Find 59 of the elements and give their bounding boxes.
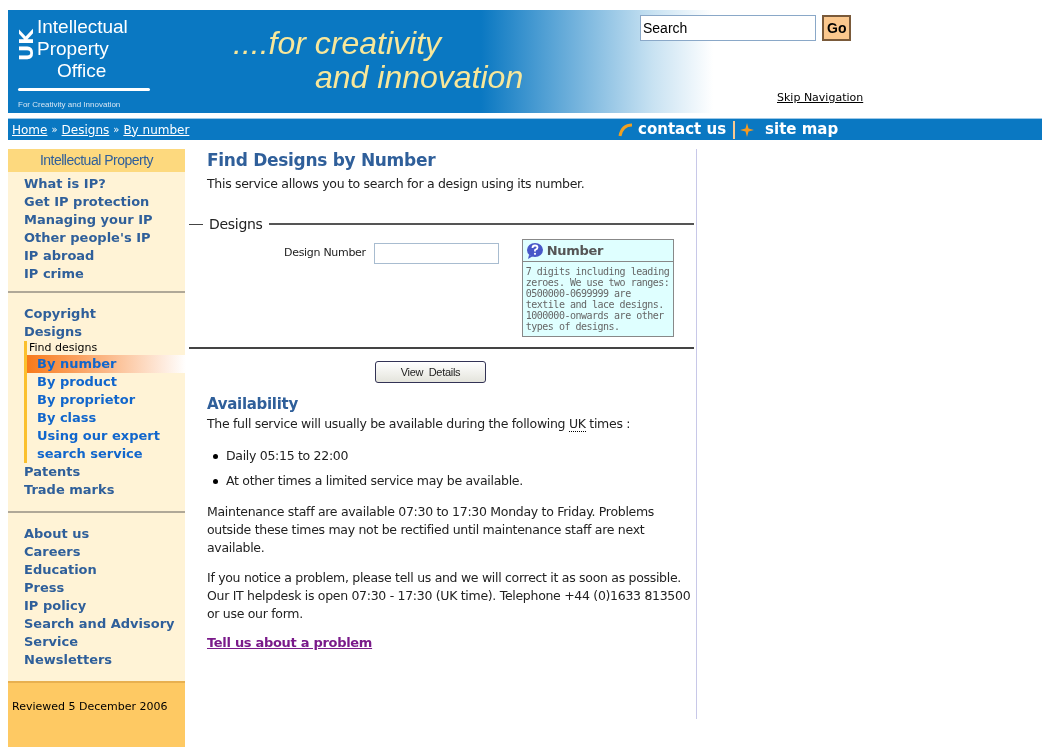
- sidebar-link[interactable]: Copyright: [24, 305, 185, 323]
- help-title: Number: [546, 244, 604, 256]
- sidebar-link[interactable]: What is IP?: [24, 175, 185, 193]
- sidebar-link[interactable]: Patents: [24, 463, 185, 481]
- logo-mark: UK: [18, 28, 34, 63]
- sidebar-heading: Intellectual Property: [8, 149, 185, 172]
- fieldset-legend: Designs: [209, 213, 263, 235]
- sidebar-link[interactable]: Get IP protection: [24, 193, 185, 211]
- slogan: ....for creativity: [233, 26, 444, 60]
- section-heading: Availability: [207, 393, 299, 415]
- logo-text: Intellectual: [37, 16, 128, 38]
- logo-text: Property: [37, 38, 110, 60]
- bullet-icon: [213, 479, 218, 484]
- breadcrumb-separator: »: [113, 123, 120, 137]
- view-details-button[interactable]: View Details: [375, 360, 486, 383]
- slogan: and innovation: [315, 60, 524, 94]
- sidebar-link[interactable]: Search and Advisory Service: [24, 615, 185, 651]
- logo-tagline: For Creativity and Innovation: [18, 99, 122, 111]
- reviewed-date: Reviewed 5 December 2006: [12, 700, 168, 713]
- submenu-link[interactable]: By product: [27, 373, 185, 391]
- page-title: Find Designs by Number: [207, 149, 437, 171]
- bullet-text: Daily 05:15 to 22:00: [226, 447, 349, 466]
- sidebar-link[interactable]: IP crime: [24, 265, 185, 283]
- design-number-field[interactable]: [373, 242, 499, 264]
- bullet-icon: [213, 454, 218, 460]
- breadcrumb-separator: »: [51, 123, 58, 137]
- submenu-label: Find designs: [28, 341, 99, 355]
- breadcrumb-link[interactable]: By number: [123, 120, 190, 139]
- breadcrumb-link[interactable]: Home: [12, 120, 48, 139]
- submenu-link[interactable]: By class: [27, 409, 185, 427]
- sidebar-link[interactable]: Press: [24, 579, 185, 597]
- submenu-link[interactable]: Using our expert search service: [27, 427, 185, 463]
- sidebar-link[interactable]: Other people's IP: [24, 229, 185, 247]
- sidebar-link[interactable]: About us: [24, 525, 185, 543]
- bullet-text: At other times a limited service may be available.: [226, 472, 523, 490]
- sidebar-link[interactable]: Education: [24, 561, 185, 579]
- submenu-link[interactable]: By proprietor: [27, 391, 185, 409]
- paragraph: Maintenance staff are available 07:30 to 17:30 Monday to Friday. Problems outside these times may not be rectified until maintenance staff are next available.: [207, 502, 656, 557]
- go-button[interactable]: Go: [822, 15, 852, 41]
- paragraph: If you notice a problem, please tell us and we will correct it as soon as possible. Our IT helpdesk is open 07:30 - 17:30 (UK time). Telephone +44 (0)1633 813500 or use our form.: [207, 568, 692, 623]
- intro-text: This service allows you to search for a design using its number.: [207, 175, 586, 193]
- sidebar-link[interactable]: IP abroad: [24, 247, 185, 265]
- breadcrumb-link[interactable]: Designs: [61, 120, 110, 139]
- sidebar-link[interactable]: Newsletters: [24, 651, 185, 669]
- skip-navigation-link[interactable]: Skip Navigation: [777, 90, 864, 107]
- help-text: 7 digits including leading zeroes. We use two ranges: 0500000-0699999 are textile and lace designs. 1000000-onwards are other types of designs.: [524, 264, 671, 334]
- report-problem-link[interactable]: Tell us about a problem: [207, 632, 694, 653]
- contact-us-link[interactable]: contact us: [638, 118, 727, 141]
- site-map-link[interactable]: site map: [765, 118, 839, 141]
- availability-text: The full service will usually be available during the following UK times :: [207, 415, 632, 434]
- sidebar-link[interactable]: Designs: [24, 323, 185, 341]
- sidebar-link[interactable]: Careers: [24, 543, 185, 561]
- logo-text: Office: [57, 60, 108, 82]
- sidebar-link[interactable]: IP policy: [24, 597, 185, 615]
- sidebar-link[interactable]: Managing your IP: [24, 211, 185, 229]
- sidebar-link[interactable]: Trade marks: [24, 481, 185, 499]
- help-icon: [525, 241, 544, 259]
- search-field[interactable]: Search: [640, 15, 816, 41]
- field-label: Design Number: [284, 244, 366, 261]
